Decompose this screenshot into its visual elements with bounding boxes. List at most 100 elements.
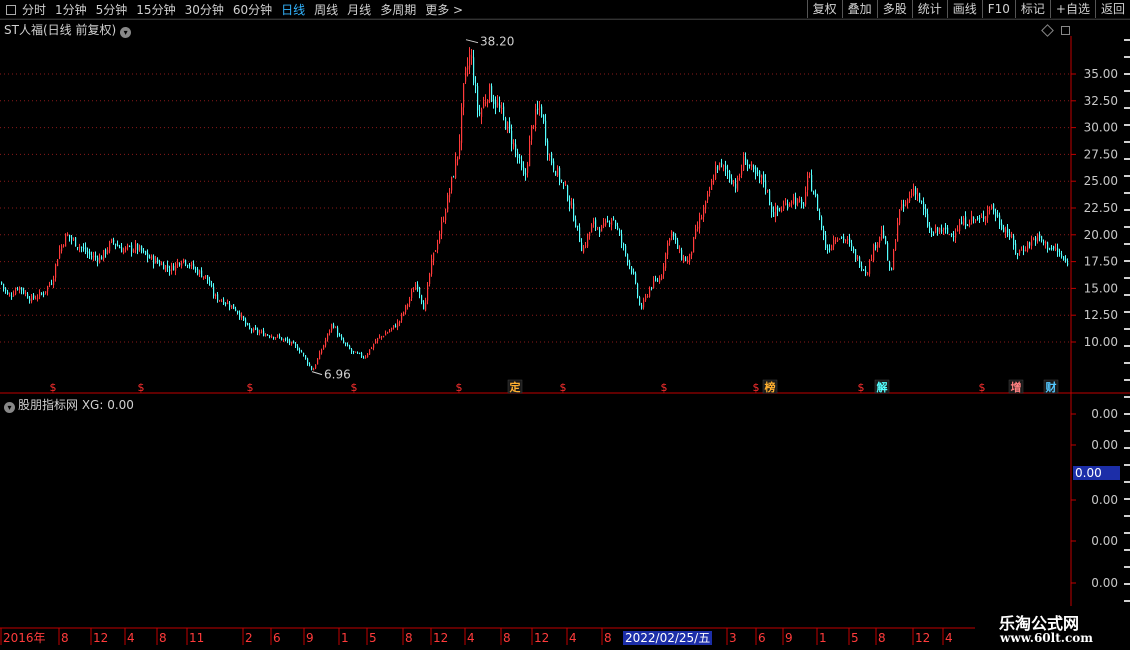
candle-down	[511, 130, 513, 145]
candle-down	[875, 245, 877, 249]
candle-up	[451, 177, 453, 191]
candle-up	[367, 353, 369, 358]
candle-down	[1039, 233, 1041, 238]
x-tick-label: 12	[915, 631, 930, 645]
candle-down	[651, 287, 653, 289]
candle-down	[961, 221, 963, 225]
candle-down	[113, 239, 115, 243]
candle-up	[711, 180, 713, 190]
candle-up	[507, 122, 509, 132]
candle-down	[829, 248, 831, 250]
x-tick-label: 4	[467, 631, 475, 645]
candle-up	[425, 300, 427, 311]
candle-down	[855, 249, 857, 260]
candle-up	[1027, 242, 1029, 251]
candle-up	[327, 333, 329, 340]
candle-down	[421, 295, 423, 303]
candle-down	[303, 352, 305, 355]
candle-down	[91, 256, 93, 258]
candle-down	[577, 225, 579, 227]
candle-up	[335, 327, 337, 329]
candle-up	[445, 211, 447, 221]
candle-up	[653, 280, 655, 289]
candle-up	[527, 164, 529, 173]
candle-down	[813, 191, 815, 195]
candle-up	[645, 296, 647, 301]
candle-up	[73, 238, 75, 240]
candle-up	[761, 175, 763, 179]
candle-up	[867, 272, 869, 275]
chart-frame	[0, 18, 1130, 629]
chevron-down-icon[interactable]: ▾	[120, 27, 132, 38]
candle-down	[641, 304, 643, 309]
y-tick-label: 12.50	[1084, 308, 1118, 322]
candle-up	[431, 259, 433, 275]
indicator-title[interactable]: ▾ 股朋指标网 XG: 0.00	[4, 396, 134, 413]
candle-down	[1067, 262, 1069, 266]
candle-up	[707, 194, 709, 200]
candle-up	[533, 125, 535, 127]
stock-chart[interactable]: 10.0012.5015.0017.5020.0022.5025.0027.50…	[0, 0, 1130, 650]
candle-down	[765, 180, 767, 190]
candle-down	[121, 247, 123, 253]
candle-down	[825, 234, 827, 248]
candle-down	[567, 185, 569, 201]
candle-up	[373, 344, 375, 348]
candle-up	[291, 341, 293, 345]
candle-up	[1031, 240, 1033, 246]
candle-up	[879, 236, 881, 243]
candle-up	[603, 223, 605, 226]
candle-down	[477, 86, 479, 111]
event-marker: 增	[1011, 380, 1022, 394]
candle-down	[1061, 254, 1063, 257]
x-tick-label: 8	[604, 631, 612, 645]
candle-up	[331, 324, 333, 331]
candle-down	[417, 284, 419, 290]
candle-up	[713, 180, 715, 183]
candle-down	[945, 227, 947, 230]
panel-toggle-icon[interactable]	[1060, 26, 1070, 35]
candle-down	[543, 115, 545, 122]
candlesticks	[1, 47, 1069, 371]
candle-down	[777, 206, 779, 211]
candle-up	[957, 229, 959, 232]
candle-down	[305, 355, 307, 359]
candle-down	[1049, 248, 1051, 250]
chevron-down-icon[interactable]: ▾	[4, 402, 15, 413]
candle-up	[985, 216, 987, 221]
candle-down	[23, 289, 25, 294]
candle-down	[933, 233, 935, 235]
candle-up	[877, 242, 879, 248]
candle-down	[289, 340, 291, 344]
candle-down	[773, 211, 775, 218]
candle-down	[923, 202, 925, 210]
candle-down	[75, 237, 77, 247]
candle-down	[297, 346, 299, 351]
candle-up	[1019, 250, 1021, 254]
candle-down	[29, 298, 31, 302]
candle-down	[137, 243, 139, 251]
diamond-icon[interactable]	[1041, 24, 1054, 37]
candle-down	[753, 166, 755, 170]
candle-down	[979, 218, 981, 220]
candle-down	[635, 273, 637, 283]
candle-down	[251, 329, 253, 331]
candle-up	[751, 164, 753, 168]
candle-up	[261, 331, 263, 333]
candle-up	[513, 142, 515, 147]
candle-down	[351, 349, 353, 352]
candle-down	[617, 226, 619, 229]
chart-title[interactable]: ST人福(日线 前复权) ▾	[4, 21, 132, 38]
candle-up	[535, 108, 537, 126]
candle-up	[845, 239, 847, 241]
dividend-marker: $	[351, 381, 358, 394]
watermark-url: www.60lt.com	[1000, 631, 1093, 645]
candle-down	[301, 351, 303, 353]
candle-down	[157, 259, 159, 263]
candle-up	[897, 222, 899, 242]
candle-up	[15, 290, 17, 295]
x-tick-label: 9	[785, 631, 793, 645]
candle-up	[743, 156, 745, 171]
candle-down	[1057, 248, 1059, 253]
candle-down	[537, 108, 539, 110]
